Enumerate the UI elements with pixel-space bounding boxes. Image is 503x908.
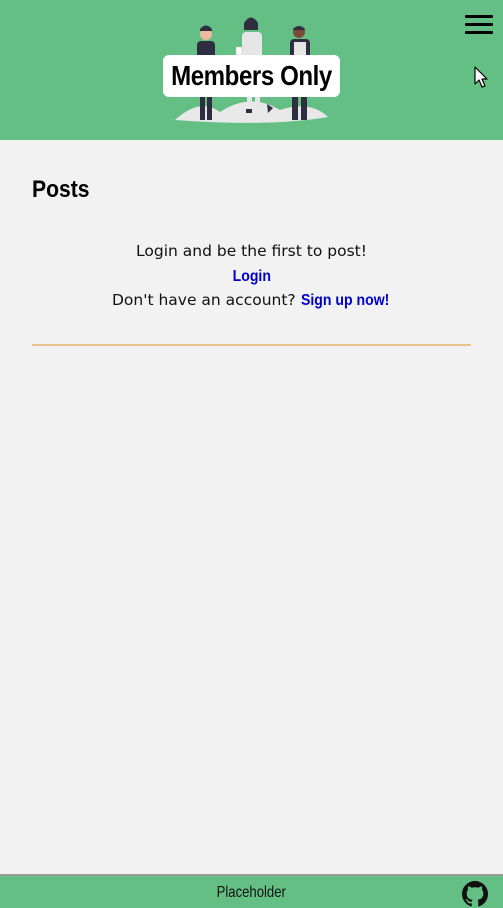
site-header: Members Only: [0, 0, 503, 140]
github-icon[interactable]: [462, 881, 488, 907]
site-footer: Placeholder: [0, 874, 503, 908]
footer-text-container: Placeholder: [0, 884, 503, 902]
footer-text: Placeholder: [216, 884, 287, 901]
posts-divider: [32, 344, 471, 346]
posts-heading: Posts: [32, 176, 90, 203]
mouse-cursor-icon: [474, 66, 488, 88]
signup-prompt: Don't have an account?: [111, 291, 296, 309]
login-link[interactable]: Login: [232, 268, 270, 286]
login-link-container: Login: [0, 266, 503, 286]
site-title: Members Only: [171, 60, 332, 91]
signup-prompt-line: Don't have an account? Sign up now!: [0, 291, 503, 310]
hamburger-menu-icon[interactable]: [465, 15, 493, 35]
site-title-box: Members Only: [163, 55, 340, 97]
signup-link[interactable]: Sign up now!: [301, 292, 389, 310]
empty-posts-message: Login and be the first to post!: [136, 242, 367, 260]
